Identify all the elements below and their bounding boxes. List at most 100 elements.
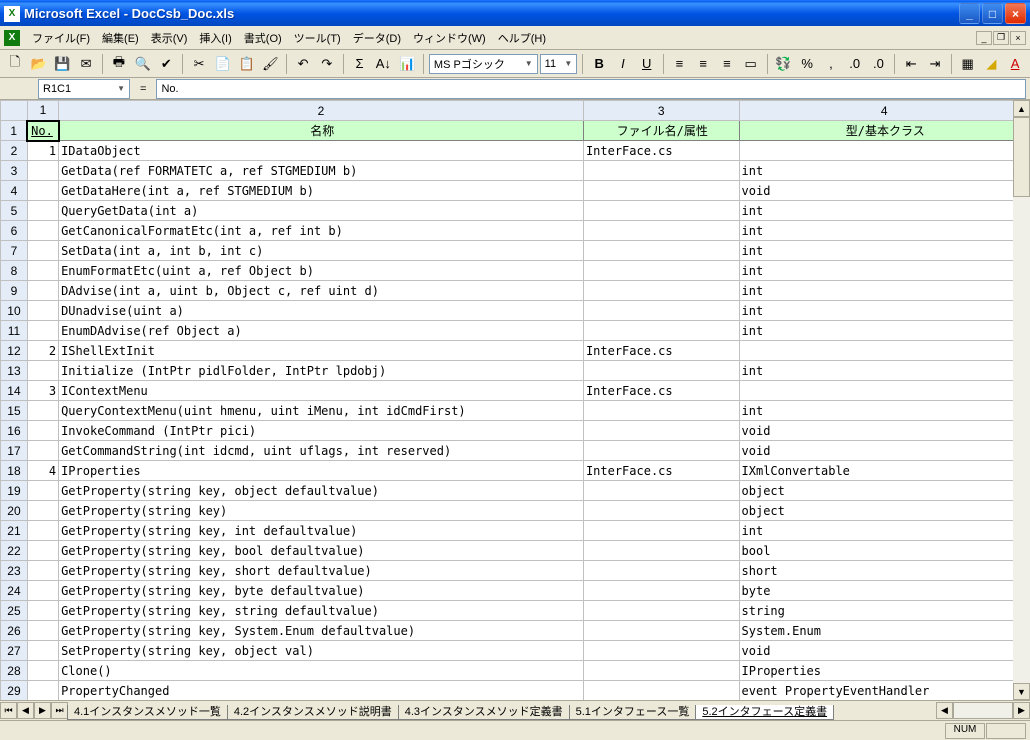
row-header[interactable]: 7 (1, 241, 28, 261)
cell[interactable]: InterFace.cs (583, 141, 739, 161)
cell[interactable] (583, 421, 739, 441)
cell[interactable]: ファイル名/属性 (583, 121, 739, 141)
fill-color-button[interactable]: ◢ (981, 53, 1003, 75)
menu-item[interactable]: ウィンドウ(W) (407, 31, 492, 47)
cell[interactable] (739, 381, 1029, 401)
cell[interactable] (583, 201, 739, 221)
row-header[interactable]: 14 (1, 381, 28, 401)
cell[interactable]: IContextMenu (59, 381, 584, 401)
decrease-decimal-button[interactable]: .0 (868, 53, 890, 75)
row-header[interactable]: 6 (1, 221, 28, 241)
cell[interactable] (583, 401, 739, 421)
cell[interactable]: 4 (27, 461, 58, 481)
spreadsheet-grid[interactable]: 1 2 3 4 1 No. 名称 ファイル名/属性 型/基本クラス2 1 IDa… (0, 100, 1030, 700)
cell[interactable] (27, 521, 58, 541)
cell[interactable]: GetProperty(string key, System.Enum defa… (59, 621, 584, 641)
cell[interactable]: void (739, 181, 1029, 201)
cell[interactable]: Initialize (IntPtr pidlFolder, IntPtr lp… (59, 361, 584, 381)
row-header[interactable]: 1 (1, 121, 28, 141)
formula-input[interactable]: No. (156, 79, 1026, 99)
cell[interactable]: IProperties (59, 461, 584, 481)
cell[interactable]: event PropertyEventHandler (739, 681, 1029, 701)
row-header[interactable]: 24 (1, 581, 28, 601)
cell[interactable] (583, 561, 739, 581)
row-header[interactable]: 15 (1, 401, 28, 421)
cell[interactable]: GetCommandString(int idcmd, uint uflags,… (59, 441, 584, 461)
col-header-4[interactable]: 4 (739, 101, 1029, 121)
cell[interactable]: IShellExtInit (59, 341, 584, 361)
cell[interactable]: GetDataHere(int a, ref STGMEDIUM b) (59, 181, 584, 201)
sheet-tab[interactable]: 4.3インスタンスメソッド定義書 (398, 705, 570, 720)
cell[interactable]: InterFace.cs (583, 341, 739, 361)
cell[interactable] (583, 661, 739, 681)
cell[interactable] (27, 401, 58, 421)
italic-button[interactable]: I (612, 53, 634, 75)
cell[interactable] (583, 501, 739, 521)
cell[interactable] (27, 561, 58, 581)
row-header[interactable]: 28 (1, 661, 28, 681)
menu-item[interactable]: ファイル(F) (26, 31, 96, 47)
menu-item[interactable]: ツール(T) (288, 31, 347, 47)
scroll-down-button[interactable]: ▼ (1013, 683, 1030, 700)
cell[interactable] (583, 601, 739, 621)
minimize-button[interactable]: _ (959, 3, 980, 24)
row-header[interactable]: 10 (1, 301, 28, 321)
decrease-indent-button[interactable]: ⇤ (900, 53, 922, 75)
cell[interactable]: SetProperty(string key, object val) (59, 641, 584, 661)
vscroll-track[interactable] (1013, 117, 1030, 683)
sheet-tab[interactable]: 4.2インスタンスメソッド説明書 (227, 705, 399, 720)
cell[interactable]: 名称 (59, 121, 584, 141)
row-header[interactable]: 25 (1, 601, 28, 621)
cell[interactable]: void (739, 641, 1029, 661)
cell[interactable]: No. (27, 121, 58, 141)
cell[interactable]: DUnadvise(uint a) (59, 301, 584, 321)
cell[interactable]: void (739, 441, 1029, 461)
cell[interactable] (583, 441, 739, 461)
new-button[interactable]: 🗋 (4, 53, 26, 75)
cell[interactable] (739, 141, 1029, 161)
sheet-tab[interactable]: 4.1インスタンスメソッド一覧 (67, 705, 228, 720)
row-header[interactable]: 3 (1, 161, 28, 181)
tab-nav-last-button[interactable]: ⏭ (51, 702, 68, 719)
cell[interactable] (27, 601, 58, 621)
cell[interactable]: 3 (27, 381, 58, 401)
cell[interactable]: object (739, 501, 1029, 521)
row-header[interactable]: 27 (1, 641, 28, 661)
cell[interactable]: GetProperty(string key, string defaultva… (59, 601, 584, 621)
cell[interactable]: InvokeCommand (IntPtr pici) (59, 421, 584, 441)
cell[interactable] (27, 281, 58, 301)
cell[interactable]: GetData(ref FORMATETC a, ref STGMEDIUM b… (59, 161, 584, 181)
save-button[interactable]: 💾 (52, 53, 74, 75)
cell[interactable] (27, 241, 58, 261)
mdi-restore-button[interactable]: ❐ (993, 31, 1009, 45)
font-size-select[interactable]: 11 ▼ (540, 54, 578, 74)
align-right-button[interactable]: ≡ (716, 53, 738, 75)
cell[interactable]: int (739, 281, 1029, 301)
row-header[interactable]: 21 (1, 521, 28, 541)
increase-decimal-button[interactable]: .0 (844, 53, 866, 75)
sort-asc-button[interactable]: A↓ (372, 53, 394, 75)
name-box[interactable]: R1C1 ▼ (38, 79, 130, 99)
cell[interactable] (27, 181, 58, 201)
menu-item[interactable]: データ(D) (347, 31, 407, 47)
copy-button[interactable]: 📄 (212, 53, 234, 75)
currency-button[interactable]: 💱 (773, 53, 795, 75)
cell[interactable]: GetProperty(string key, short defaultval… (59, 561, 584, 581)
cell[interactable] (27, 261, 58, 281)
row-header[interactable]: 29 (1, 681, 28, 701)
vertical-scrollbar[interactable]: ▲ ▼ (1013, 100, 1030, 700)
cell[interactable]: SetData(int a, int b, int c) (59, 241, 584, 261)
row-header[interactable]: 26 (1, 621, 28, 641)
cell[interactable] (739, 341, 1029, 361)
row-header[interactable]: 16 (1, 421, 28, 441)
cell[interactable]: IDataObject (59, 141, 584, 161)
cell[interactable] (583, 361, 739, 381)
maximize-button[interactable]: □ (982, 3, 1003, 24)
cell[interactable]: QueryGetData(int a) (59, 201, 584, 221)
scroll-left-button[interactable]: ◀ (936, 702, 953, 719)
cell[interactable] (27, 621, 58, 641)
row-header[interactable]: 9 (1, 281, 28, 301)
col-header-3[interactable]: 3 (583, 101, 739, 121)
select-all-corner[interactable] (1, 101, 28, 121)
cell[interactable]: 1 (27, 141, 58, 161)
